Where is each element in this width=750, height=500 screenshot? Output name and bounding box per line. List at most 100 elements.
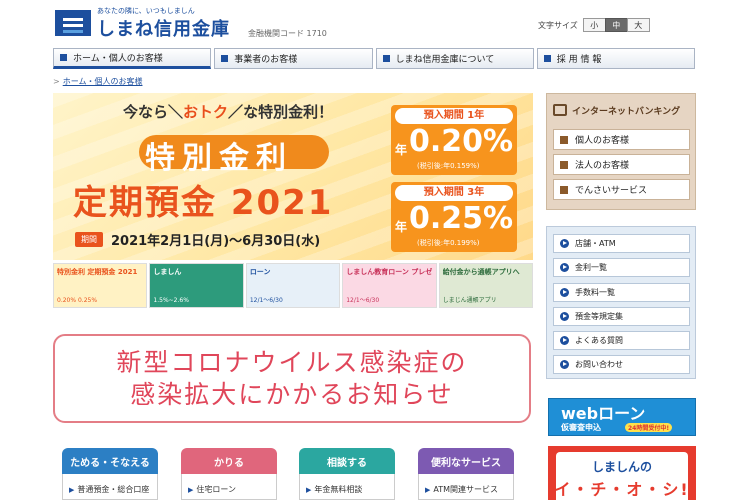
category-link-label: 普通預金・総合口座 xyxy=(77,485,150,494)
rate-after-tax: (税引後:年0.159%) xyxy=(417,162,480,170)
rate-prefix: 年 xyxy=(395,143,408,157)
quick-link-label: 店舗・ATM xyxy=(575,239,616,248)
link-deposit-rules[interactable]: 預金等規定集 xyxy=(553,307,690,326)
nav-item-personal[interactable]: ホーム・個人のお客様 xyxy=(53,48,212,69)
link-interest-rates[interactable]: 金利一覧 xyxy=(553,258,690,277)
ib-item-corporate[interactable]: 法人のお客様 xyxy=(553,154,690,175)
hero-catch-pre: 今なら xyxy=(123,103,169,121)
breadcrumb-current-link[interactable]: ホーム・個人のお客様 xyxy=(63,77,143,86)
nav-bullet-icon xyxy=(60,54,67,61)
nav-bullet-icon xyxy=(543,55,551,62)
rate-box-1year: 預入期間 1年 年 0.20% (税引後:年0.159%) xyxy=(391,105,517,175)
ib-item-label: でんさいサービス xyxy=(575,186,648,196)
category-tab-borrow[interactable]: かりる xyxy=(181,448,277,474)
rate-prefix: 年 xyxy=(395,220,408,234)
ib-item-personal[interactable]: 個人のお客様 xyxy=(553,129,690,150)
hero-title-time-deposit: 定期預金 2021 xyxy=(73,183,334,223)
link-arrow-icon: ▶ xyxy=(188,486,194,494)
category-link[interactable]: ▶ 普通預金・総合口座 xyxy=(69,484,149,495)
thumb-label: 給付金から通帳アプリへ xyxy=(442,268,520,276)
rate-value: 0.20% xyxy=(409,124,514,159)
rate-term: 預入期間 1年 xyxy=(395,108,513,124)
link-fees[interactable]: 手数料一覧 xyxy=(553,283,690,302)
hero-period-label: 期間 xyxy=(75,231,103,247)
internet-banking-panel: インターネットバンキング 個人のお客様 法人のお客様 でんさいサービス xyxy=(546,93,696,210)
web-loan-banner[interactable]: webローン 仮審査申込 24時間受付中! xyxy=(548,398,696,436)
category-tab-services[interactable]: 便利なサービス xyxy=(418,448,514,474)
quick-link-label: お問い合わせ xyxy=(575,360,623,369)
category-tab-save[interactable]: ためる・そなえる xyxy=(62,448,158,474)
nav-bullet-icon xyxy=(382,55,390,62)
hero-title-special-rate: 特別金利 xyxy=(145,141,293,176)
banner-thumb[interactable]: ローン 12/1～6/30 xyxy=(245,263,341,308)
service-categories: ためる・そなえる ▶ 普通預金・総合口座 かりる ▶ 住宅ローン 相談する ▶ 年金無… xyxy=(62,448,514,500)
font-size-switcher: 文字サイズ 小 中 大 xyxy=(538,18,650,32)
rate-value: 0.25% xyxy=(409,201,514,236)
font-size-small-button[interactable]: 小 xyxy=(582,18,606,32)
link-contact[interactable]: お問い合わせ xyxy=(553,355,690,374)
ib-item-label: 法人のお客様 xyxy=(575,161,630,171)
breadcrumb-arrow-icon: > xyxy=(53,77,60,86)
circle-arrow-icon xyxy=(560,336,569,345)
font-size-large-button[interactable]: 大 xyxy=(626,18,650,32)
covid-notice-banner[interactable]: 新型コロナウイルス感染症の 感染拡大にかかるお知らせ xyxy=(53,334,531,423)
circle-arrow-icon xyxy=(560,360,569,369)
ib-bullet-icon xyxy=(560,135,568,144)
category-services: 便利なサービス ▶ ATM関連サービス xyxy=(418,448,514,500)
logo-bank-name: しまね信用金庫 xyxy=(97,19,230,40)
hero-catchphrase: 今なら＼おトク／な特別金利！ xyxy=(123,103,334,121)
category-consult: 相談する ▶ 年金無料相談 xyxy=(299,448,395,500)
category-link-label: 住宅ローン xyxy=(196,485,236,494)
quick-link-label: よくある質問 xyxy=(575,336,623,345)
hero-banner[interactable]: 今なら＼おトク／な特別金利！ 特別金利 定期預金 2021 期間 2021年2月… xyxy=(53,93,533,260)
category-link-label: 年金無料相談 xyxy=(314,485,363,494)
circle-arrow-icon xyxy=(560,288,569,297)
logo-mark-icon xyxy=(55,10,91,36)
circle-arrow-icon xyxy=(560,263,569,272)
banner-thumb[interactable]: 給付金から通帳アプリへ しまじん通帳アプリ xyxy=(438,263,534,308)
category-tab-consult[interactable]: 相談する xyxy=(299,448,395,474)
category-save: ためる・そなえる ▶ 普通預金・総合口座 xyxy=(62,448,158,500)
ichioshi-banner[interactable]: しましんの イ・チ・オ・シ! xyxy=(548,446,696,500)
banner-thumb[interactable]: しましん 1.5%~2.6% xyxy=(149,263,244,308)
font-size-medium-button[interactable]: 中 xyxy=(604,18,628,32)
bank-logo[interactable]: あなたの隣に、いつもしましん しまね信用金庫 xyxy=(55,6,245,40)
internet-banking-title-text: インターネットバンキング xyxy=(572,106,681,117)
thumb-label: しましん xyxy=(153,268,182,276)
link-arrow-icon: ▶ xyxy=(69,486,75,494)
link-arrow-icon: ▶ xyxy=(306,486,312,494)
link-faq[interactable]: よくある質問 xyxy=(553,331,690,350)
ichioshi-line-1: しましんの xyxy=(591,460,652,474)
nav-item-label: 事業者のお客様 xyxy=(234,55,298,65)
link-branches-atm[interactable]: 店舗・ATM xyxy=(553,234,690,253)
banner-thumb[interactable]: しましん教育ローン プレゼントキャンペーン 12/1～6/30 xyxy=(342,263,437,308)
nav-item-about[interactable]: しまね信用金庫について xyxy=(375,48,534,69)
category-link[interactable]: ▶ ATM関連サービス xyxy=(425,484,498,495)
hero-period: 期間 2021年2月1日(月)～6月30日(水) xyxy=(75,229,320,249)
web-loan-badge: 24時間受付中! xyxy=(625,423,673,432)
rate-term: 預入期間 3年 xyxy=(395,185,513,201)
quick-link-label: 手数料一覧 xyxy=(575,288,615,297)
nav-item-recruit[interactable]: 採 用 情 報 xyxy=(536,48,695,69)
circle-arrow-icon xyxy=(560,239,569,248)
banner-thumb[interactable]: 特別金利 定期預金 2021 0.20% 0.25% xyxy=(53,263,148,308)
thumb-label: ローン xyxy=(249,268,271,276)
ib-item-densai[interactable]: でんさいサービス xyxy=(553,179,690,200)
quick-links-panel: 店舗・ATM 金利一覧 手数料一覧 預金等規定集 よくある質問 お問い合わせ xyxy=(546,226,696,379)
banner-thumbnails: 特別金利 定期預金 2021 0.20% 0.25% しましん 1.5%~2.6% … xyxy=(53,263,534,308)
ib-bullet-icon xyxy=(560,185,568,194)
category-body: ▶ 普通預金・総合口座 xyxy=(62,474,158,500)
category-link[interactable]: ▶ 住宅ローン xyxy=(188,484,236,495)
computer-icon xyxy=(553,104,567,116)
hero-catch-post: な特別金利！ xyxy=(243,103,334,121)
thumb-sub: 12/1～6/30 xyxy=(346,297,380,304)
nav-item-business[interactable]: 事業者のお客様 xyxy=(214,48,373,69)
category-body: ▶ 年金無料相談 xyxy=(299,474,395,500)
breadcrumb: > ホーム・個人のお客様 xyxy=(53,76,142,87)
rate-box-3year: 預入期間 3年 年 0.25% (税引後:年0.199%) xyxy=(391,182,517,252)
nav-item-label: しまね信用金庫について xyxy=(395,55,495,65)
institution-code: 金融機関コード 1710 xyxy=(248,29,327,38)
category-link[interactable]: ▶ 年金無料相談 xyxy=(306,484,362,495)
quick-link-label: 預金等規定集 xyxy=(575,312,623,321)
notice-line-2: 感染拡大にかかるお知らせ xyxy=(130,379,454,409)
